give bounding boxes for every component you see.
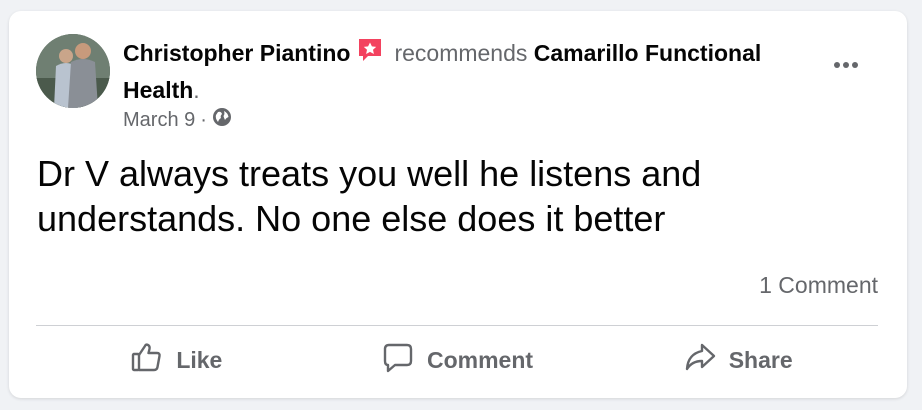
more-options-button[interactable]: [827, 53, 865, 77]
action-bar: Like Comment Share: [36, 327, 878, 393]
like-button[interactable]: Like: [36, 327, 317, 393]
comment-bubble-icon: [381, 340, 427, 380]
divider: [36, 325, 878, 326]
share-label: Share: [728, 346, 793, 373]
avatar[interactable]: [36, 34, 110, 108]
post-date[interactable]: March 9: [123, 108, 195, 132]
meta-separator: ·: [200, 109, 207, 131]
like-label: Like: [176, 346, 223, 373]
share-button[interactable]: Share: [597, 327, 878, 393]
comment-label: Comment: [426, 346, 534, 373]
comment-button[interactable]: Comment: [317, 327, 598, 393]
post-card: Christopher Piantino recommends Camarillo…: [9, 11, 907, 398]
globe-icon: [212, 107, 232, 133]
page-name-suffix: .: [193, 77, 200, 103]
share-arrow-icon: [683, 340, 729, 380]
recommendation-badge-icon: [356, 36, 384, 73]
post-meta: March 9 ·: [123, 107, 232, 133]
recommends-text: recommends: [394, 40, 528, 66]
post-body: Dr V always treats you well he listens a…: [37, 153, 702, 239]
thumbs-up-icon: [130, 340, 176, 380]
post-header: Christopher Piantino recommends Camarillo…: [123, 36, 763, 107]
author-name[interactable]: Christopher Piantino: [123, 40, 350, 66]
comments-count-link[interactable]: 1 Comment: [759, 272, 878, 299]
